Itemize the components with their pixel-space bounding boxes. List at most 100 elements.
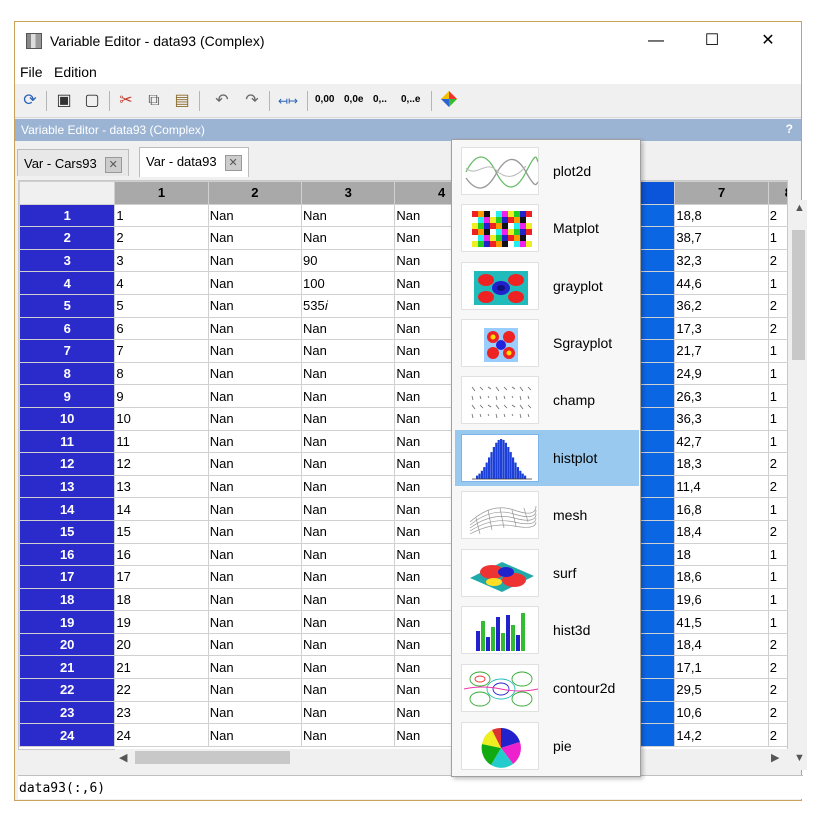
cut-icon[interactable]: ✂ xyxy=(115,90,137,112)
format-short-button[interactable]: 0,.. xyxy=(373,94,387,105)
table-cell[interactable]: 18 xyxy=(114,587,209,612)
row-header[interactable]: 21 xyxy=(19,655,116,680)
table-cell[interactable]: 19,6 xyxy=(674,587,769,612)
row-header[interactable]: 6 xyxy=(19,316,116,341)
table-cell[interactable]: 21 xyxy=(114,655,209,680)
table-cell[interactable]: Nan xyxy=(207,384,303,408)
row-header[interactable]: 9 xyxy=(19,384,116,408)
table-cell[interactable]: Nan xyxy=(207,248,303,273)
format-0-0e-button[interactable]: 0,0e xyxy=(344,94,363,105)
table-cell[interactable]: 2 xyxy=(767,632,787,657)
table-cell[interactable]: Nan xyxy=(207,565,303,589)
table-cell[interactable]: Nan xyxy=(301,565,396,589)
table-row[interactable]: 4 4 Nan 100 Nan 44,6 1 xyxy=(19,271,787,295)
maximize-button[interactable]: ☐ xyxy=(689,22,735,60)
row-header[interactable]: 12 xyxy=(19,452,116,476)
table-cell[interactable]: 2 xyxy=(767,452,787,476)
table-cell[interactable]: 2 xyxy=(767,293,787,318)
plot-menu-item-hist3d[interactable]: hist3d xyxy=(455,602,639,658)
table-cell[interactable]: 18 xyxy=(674,542,769,567)
table-cell[interactable]: 1 xyxy=(767,406,787,431)
table-cell[interactable]: 1 xyxy=(114,203,209,228)
table-cell[interactable]: Nan xyxy=(207,519,303,544)
table-cell[interactable]: Nan xyxy=(301,316,396,341)
table-cell[interactable]: 32,3 xyxy=(674,248,769,273)
table-cell[interactable]: 21,7 xyxy=(674,339,769,363)
row-header[interactable]: 20 xyxy=(19,632,116,657)
table-cell[interactable]: Nan xyxy=(301,429,396,454)
plot-menu-item-champ[interactable]: champ xyxy=(455,372,639,428)
vertical-scroll-thumb[interactable] xyxy=(792,230,805,360)
tab-var-cars93[interactable]: Var - Cars93 ✕ xyxy=(17,149,129,176)
table-cell[interactable]: 1 xyxy=(767,384,787,408)
table-cell[interactable]: Nan xyxy=(207,610,303,634)
table-cell[interactable]: 19 xyxy=(114,610,209,634)
table-cell[interactable]: Nan xyxy=(207,655,303,680)
close-tab-icon[interactable]: ✕ xyxy=(104,156,122,173)
plot-menu-item-sgrayplot[interactable]: Sgrayplot xyxy=(455,315,639,371)
table-cell[interactable]: Nan xyxy=(207,203,303,228)
table-cell[interactable]: 1 xyxy=(767,339,787,363)
row-header[interactable]: 5 xyxy=(19,293,116,318)
table-cell[interactable]: Nan xyxy=(207,316,303,341)
table-cell[interactable]: Nan xyxy=(207,361,303,386)
close-tab-icon[interactable]: ✕ xyxy=(224,154,242,171)
table-cell[interactable]: Nan xyxy=(207,632,303,657)
table-cell[interactable]: 5 xyxy=(114,293,209,318)
table-cell[interactable]: 8 xyxy=(114,361,209,386)
table-cell[interactable]: 1 xyxy=(767,497,787,521)
row-header[interactable]: 2 xyxy=(19,226,116,250)
row-header[interactable]: 8 xyxy=(19,361,116,386)
table-cell[interactable]: 11 xyxy=(114,429,209,454)
fit-width-icon[interactable]: ↤↦ xyxy=(277,90,299,112)
horizontal-scroll-thumb[interactable] xyxy=(135,751,290,764)
redo-icon[interactable]: ↷ xyxy=(241,90,263,112)
table-cell[interactable]: Nan xyxy=(301,361,396,386)
table-cell[interactable]: Nan xyxy=(207,723,303,747)
table-cell[interactable]: Nan xyxy=(301,339,396,363)
table-row[interactable]: 20 20 Nan Nan Nan 18,4 2 xyxy=(19,632,787,657)
table-cell[interactable]: 1 xyxy=(767,271,787,295)
table-cell[interactable]: Nan xyxy=(207,339,303,363)
table-row[interactable]: 9 9 Nan Nan Nan 26,3 1 xyxy=(19,384,787,408)
data-table[interactable]: 1 2 3 4 5 6 7 8 11NanNanNan18,8222NanNan… xyxy=(18,180,788,750)
column-header[interactable]: 7 xyxy=(674,181,769,205)
plot-menu-item-mesh[interactable]: mesh xyxy=(455,487,639,543)
table-row[interactable]: 14 14 Nan Nan Nan 16,8 1 xyxy=(19,497,787,521)
table-row[interactable]: 15 15 Nan Nan Nan 18,4 2 xyxy=(19,519,787,544)
table-cell[interactable]: Nan xyxy=(301,452,396,476)
table-cell[interactable]: Nan xyxy=(301,406,396,431)
table-cell[interactable]: 14,2 xyxy=(674,723,769,747)
table-cell[interactable]: 18,4 xyxy=(674,519,769,544)
row-header[interactable]: 22 xyxy=(19,678,116,702)
table-cell[interactable]: 38,7 xyxy=(674,226,769,250)
scroll-right-icon[interactable]: ▶ xyxy=(771,751,779,764)
table-cell[interactable]: Nan xyxy=(301,384,396,408)
help-icon[interactable]: ? xyxy=(786,122,793,136)
row-header[interactable]: 11 xyxy=(19,429,116,454)
table-row[interactable]: 22 22 Nan Nan Nan 29,5 2 xyxy=(19,678,787,702)
table-cell[interactable]: 1 xyxy=(767,429,787,454)
row-header[interactable]: 16 xyxy=(19,542,116,567)
table-cell[interactable]: 26,3 xyxy=(674,384,769,408)
table-cell[interactable]: 41,5 xyxy=(674,610,769,634)
scroll-up-icon[interactable]: ▲ xyxy=(794,202,805,214)
title-bar[interactable]: Variable Editor - data93 (Complex) — ☐ ✕ xyxy=(15,22,801,60)
table-cell[interactable]: Nan xyxy=(301,542,396,567)
table-cell[interactable]: 18,6 xyxy=(674,565,769,589)
table-cell[interactable]: 1 xyxy=(767,542,787,567)
row-header[interactable]: 1 xyxy=(19,203,116,228)
row-header[interactable]: 23 xyxy=(19,700,116,725)
table-cell[interactable]: Nan xyxy=(207,226,303,250)
table-row[interactable]: 10 10 Nan Nan Nan 36,3 1 xyxy=(19,406,787,431)
table-row[interactable]: 21 21 Nan Nan Nan 17,1 2 xyxy=(19,655,787,680)
table-row[interactable]: 8 8 Nan Nan Nan 24,9 1 xyxy=(19,361,787,386)
column-header[interactable]: 2 xyxy=(207,181,303,205)
column-header[interactable]: 3 xyxy=(301,181,396,205)
scroll-down-icon[interactable]: ▼ xyxy=(794,752,805,764)
table-cell[interactable]: Nan xyxy=(207,587,303,612)
table-cell[interactable]: 2 xyxy=(767,474,787,499)
plot-menu-item-grayplot[interactable]: grayplot xyxy=(455,258,639,314)
table-cell[interactable]: 2 xyxy=(767,519,787,544)
refresh-icon[interactable]: ⟳ xyxy=(19,90,41,112)
